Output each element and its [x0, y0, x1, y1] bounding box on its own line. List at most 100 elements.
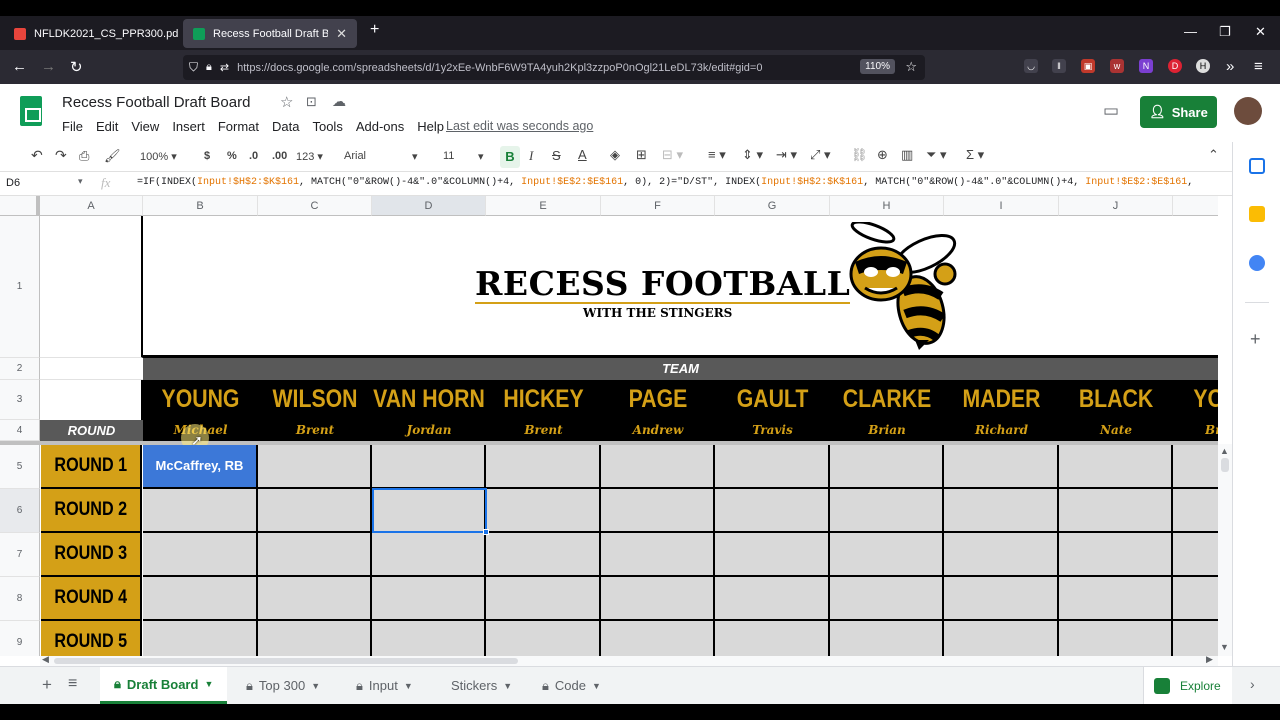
restore-icon[interactable]: ❐ [1219, 24, 1231, 40]
cell-a3[interactable] [40, 380, 143, 420]
add-addon-icon[interactable]: + [1250, 330, 1261, 348]
draft-cell[interactable] [944, 577, 1059, 621]
draft-cell[interactable] [486, 577, 601, 621]
column-header[interactable]: C [258, 196, 372, 216]
row-header[interactable]: 2 [0, 358, 40, 380]
name-box[interactable]: D6 [6, 177, 20, 189]
overflow-icon[interactable]: » [1226, 58, 1234, 75]
round-label[interactable]: ROUND 3 [41, 533, 142, 577]
font-select[interactable]: Arial ▾ [344, 150, 424, 163]
text-rotation-icon[interactable]: ⤢ ▾ [810, 147, 831, 163]
draft-cell[interactable] [830, 621, 944, 656]
name-box-dropdown-icon[interactable]: ▾ [78, 176, 83, 187]
fill-handle[interactable] [483, 529, 489, 535]
team-owner[interactable]: Andrew [601, 421, 715, 439]
column-header[interactable]: H [830, 196, 944, 216]
menu-tools[interactable]: Tools [312, 119, 342, 134]
functions-icon[interactable]: Σ ▾ [966, 147, 984, 163]
draft-cell[interactable] [486, 621, 601, 656]
draft-cell[interactable] [944, 621, 1059, 656]
horizontal-scrollbar[interactable]: ◀ ▶ [40, 654, 1218, 666]
sheet-tab-top-300[interactable]: 🔒︎ Top 300 ▼ [232, 667, 334, 704]
paint-format-icon[interactable]: 🖌︎ [104, 148, 121, 164]
select-all-corner[interactable] [0, 196, 40, 216]
share-button[interactable]: 👤︎ Share [1140, 96, 1217, 128]
align-vertical-icon[interactable]: ⇕ ▾ [742, 147, 763, 163]
menu-edit[interactable]: Edit [96, 119, 118, 134]
sheets-logo-icon[interactable] [20, 96, 42, 126]
draft-cell[interactable] [1173, 445, 1218, 489]
last-edit-link[interactable]: Last edit was seconds ago [446, 119, 593, 133]
scroll-right-icon[interactable]: ▶ [1206, 654, 1213, 665]
team-name[interactable]: BLACK [1068, 381, 1165, 417]
menu-help[interactable]: Help [417, 119, 444, 134]
team-name[interactable]: YOUNG [152, 381, 250, 417]
extension-icon[interactable]: H [1196, 59, 1210, 73]
chevron-down-icon[interactable]: ▼ [311, 681, 320, 691]
draft-cell[interactable] [372, 445, 486, 489]
draft-cell[interactable] [715, 489, 830, 533]
formula-input[interactable]: =IF(INDEX(Input!$H$2:$K$161, MATCH("0"&R… [137, 177, 1227, 188]
draft-cell[interactable] [143, 533, 258, 577]
strikethrough-button[interactable]: S [552, 148, 561, 163]
chevron-down-icon[interactable]: ▼ [404, 681, 413, 691]
draft-cell[interactable] [601, 489, 715, 533]
vertical-scrollbar[interactable]: ▲ ▼ [1218, 444, 1232, 656]
draft-cell[interactable] [830, 577, 944, 621]
font-size-select[interactable]: 11 ▾ [443, 150, 487, 163]
column-header[interactable]: F [601, 196, 715, 216]
pocket-icon[interactable]: ◡ [1024, 59, 1038, 73]
library-icon[interactable]: ‖ [1052, 59, 1066, 73]
draft-cell[interactable] [1173, 621, 1218, 656]
vertical-scroll-thumb[interactable] [1221, 458, 1229, 472]
move-folder-icon[interactable]: ⊡ [306, 94, 317, 110]
round-label[interactable]: ROUND 5 [41, 621, 142, 656]
close-tab-icon[interactable]: ✕ [336, 26, 347, 42]
url-bar[interactable]: ⛉ 🔒︎ ⇄ https://docs.google.com/spreadshe… [183, 55, 925, 80]
draft-cell[interactable] [143, 577, 258, 621]
close-window-icon[interactable]: ✕ [1255, 24, 1266, 40]
row-header[interactable]: 1 [0, 216, 40, 358]
draft-cell[interactable] [258, 533, 372, 577]
team-name[interactable]: HICKEY [495, 381, 593, 417]
row-header[interactable]: 3 [0, 380, 40, 420]
new-tab-icon[interactable]: + [370, 21, 379, 39]
expand-side-panel-icon[interactable]: › [1250, 676, 1255, 692]
menu-format[interactable]: Format [218, 119, 259, 134]
draft-cell[interactable] [486, 445, 601, 489]
extension-icon[interactable]: w [1110, 59, 1124, 73]
draft-cell[interactable] [830, 489, 944, 533]
explore-button[interactable]: Explore [1143, 667, 1232, 704]
fill-color-icon[interactable]: ◈ [610, 147, 620, 163]
add-sheet-icon[interactable]: + [42, 675, 52, 695]
spreadsheet-grid[interactable]: A B C D E F G H I J 1 2 3 4 5 6 7 8 9 RE… [0, 196, 1218, 656]
round-label[interactable]: ROUND 2 [41, 489, 142, 533]
menu-data[interactable]: Data [272, 119, 299, 134]
increase-decimal-button[interactable]: .00 [272, 150, 287, 162]
draft-cell[interactable] [1059, 489, 1173, 533]
team-owner[interactable]: Brian [830, 421, 944, 439]
draft-cell[interactable] [486, 533, 601, 577]
draft-cell[interactable] [830, 445, 944, 489]
sheet-tab-draft-board[interactable]: 🔒︎ Draft Board ▼ [100, 667, 228, 704]
menu-view[interactable]: View [131, 119, 159, 134]
column-header[interactable]: I [944, 196, 1059, 216]
team-owner[interactable]: Richard [944, 421, 1059, 439]
team-owner[interactable]: Br [1205, 421, 1218, 439]
browser-tab-sheets[interactable]: Recess Football Draft Board - Go ✕ [183, 19, 357, 48]
bold-button[interactable]: B [500, 146, 520, 168]
merge-cells-icon[interactable]: ⊟ ▾ [662, 147, 683, 163]
draft-cell[interactable] [1173, 489, 1218, 533]
italic-button[interactable]: I [529, 148, 533, 164]
team-owner[interactable]: Nate [1059, 421, 1173, 439]
draft-cell[interactable] [601, 621, 715, 656]
cell-a2[interactable] [40, 358, 143, 380]
team-name[interactable]: MADER [953, 381, 1051, 417]
team-owner[interactable]: Jordan [372, 421, 486, 439]
draft-cell[interactable] [944, 533, 1059, 577]
borders-icon[interactable]: ⊞ [636, 147, 647, 163]
cell-a1[interactable] [40, 216, 143, 358]
draft-cell[interactable] [258, 489, 372, 533]
text-wrap-icon[interactable]: ⇥ ▾ [776, 147, 797, 163]
draft-cell[interactable] [1173, 577, 1218, 621]
